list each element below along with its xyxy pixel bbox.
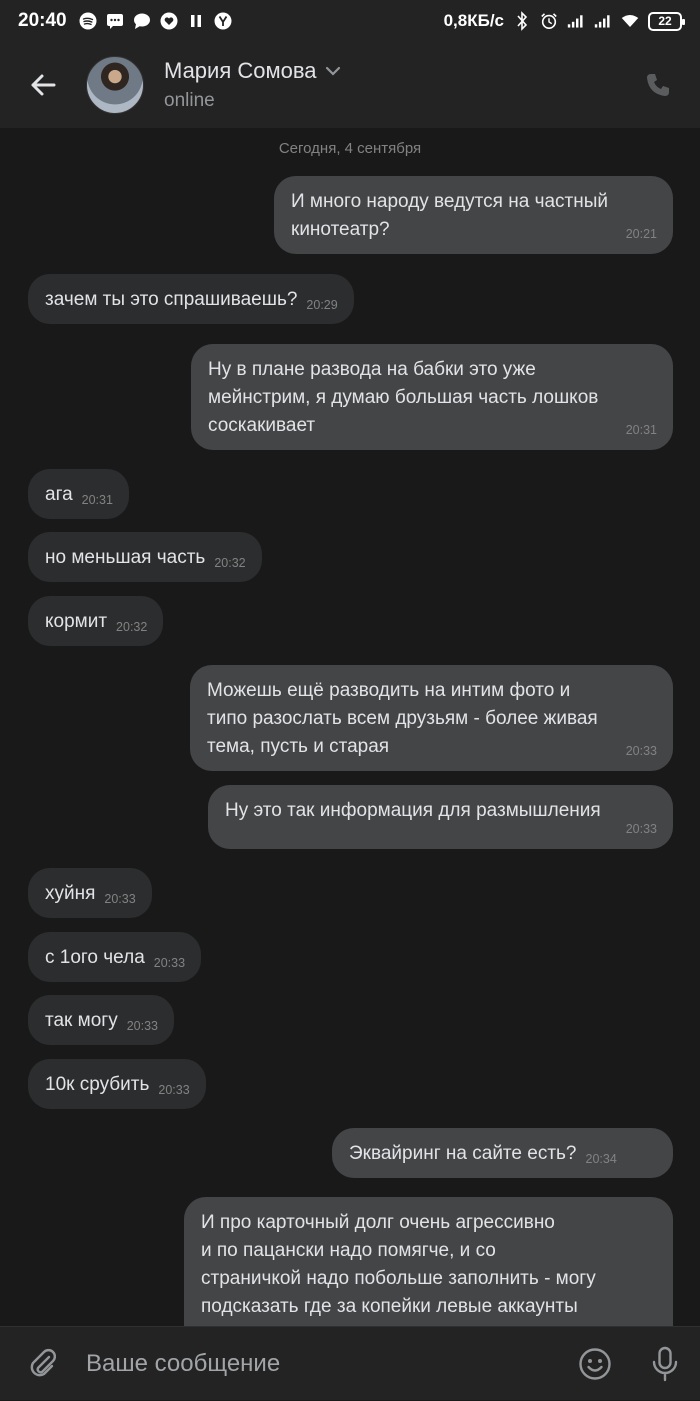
message-text: но меньшая часть: [45, 547, 206, 568]
network-speed: 0,8КБ/с: [443, 11, 504, 30]
message-time: 20:34: [585, 1152, 617, 1166]
contact-info[interactable]: Мария Сомова online: [164, 58, 341, 112]
message-bubble-outgoing[interactable]: Ну это так информация для размышления 20…: [208, 785, 673, 849]
spotify-icon: [79, 12, 97, 30]
message-text: хуйня: [45, 883, 96, 904]
message-time: 20:32: [116, 620, 148, 634]
message-bubble-outgoing[interactable]: И много народу ведутся на частный киноте…: [274, 176, 673, 254]
notification-icons: [79, 12, 232, 30]
message-bubble-incoming[interactable]: с 1ого чела 20:33: [28, 932, 202, 982]
alarm-icon: [540, 12, 558, 30]
status-bar: 20:40 0,8КБ/с 22: [0, 0, 700, 42]
message-text: И много народу ведутся на частный киноте…: [291, 191, 608, 240]
signal-icon: [567, 12, 585, 30]
phone-icon: [647, 74, 669, 96]
signal-icon: [594, 12, 612, 30]
paperclip-icon: [30, 1348, 56, 1376]
message-text: с 1ого чела: [45, 947, 145, 968]
composer: [0, 1326, 700, 1400]
arrow-left-icon: [31, 74, 56, 96]
contact-status: online: [164, 90, 215, 111]
message-input[interactable]: [86, 1349, 560, 1378]
battery-icon: 22: [648, 11, 685, 31]
message-text: Ну это так информация для размышления: [225, 800, 601, 821]
voice-message-button[interactable]: [630, 1327, 700, 1401]
message-time: 20:33: [126, 1019, 158, 1033]
message-text: Ну в плане развода на бабки это уже мейн…: [208, 359, 599, 436]
message-time: 20:21: [625, 227, 657, 241]
back-button[interactable]: [0, 42, 86, 128]
avatar[interactable]: [86, 56, 144, 114]
system-icons: 0,8КБ/с 22: [443, 11, 685, 31]
wifi-icon: [621, 12, 639, 30]
pause-icon: [187, 12, 205, 30]
chevron-down-icon: [325, 66, 340, 76]
contact-name: Мария Сомова: [164, 58, 317, 83]
attach-button[interactable]: [0, 1327, 86, 1401]
call-button[interactable]: [636, 63, 680, 107]
date-separator: Сегодня, 4 сентября: [278, 140, 422, 157]
smile-icon: [579, 1347, 611, 1380]
message-time: 20:31: [81, 493, 113, 507]
message-bubble-incoming[interactable]: так могу 20:33: [28, 995, 174, 1045]
message-text: зачем ты это спрашиваешь?: [45, 289, 298, 310]
message-bubble-outgoing[interactable]: И про карточный долг очень агрессивно и …: [184, 1197, 673, 1326]
message-bubble-incoming[interactable]: ага 20:31: [28, 469, 129, 519]
message-text: Эквайринг на сайте есть?: [349, 1143, 577, 1164]
message-time: 20:33: [625, 822, 657, 836]
message-bubble-outgoing[interactable]: Эквайринг на сайте есть? 20:34: [332, 1128, 673, 1178]
message-list[interactable]: Сегодня, 4 сентября И много народу ведут…: [0, 128, 700, 1326]
message-text: ага: [45, 484, 73, 505]
message-time: 20:29: [306, 298, 338, 312]
message-time: 20:31: [625, 423, 657, 437]
message-time: 20:33: [153, 956, 186, 970]
emoji-button[interactable]: [560, 1327, 630, 1401]
message-time: 20:33: [158, 1083, 190, 1097]
yandex-icon: [214, 12, 232, 30]
message-text: 10к срубить: [45, 1074, 150, 1095]
message-text: кормит: [45, 611, 108, 632]
message-bubble-outgoing[interactable]: Можешь ещё разводить на интим фото и тип…: [190, 665, 673, 771]
microphone-icon: [652, 1346, 678, 1381]
bluetooth-icon: [513, 11, 531, 31]
message-text: И про карточный долг очень агрессивно и …: [201, 1212, 596, 1317]
message-icon: [106, 12, 124, 30]
message-time: 20:33: [104, 892, 136, 906]
message-time: 20:33: [625, 744, 657, 758]
message-bubble-incoming[interactable]: но меньшая часть 20:32: [28, 532, 262, 582]
message-bubble-incoming[interactable]: хуйня 20:33: [28, 868, 152, 918]
heart-icon: [160, 12, 178, 30]
message-bubble-incoming[interactable]: зачем ты это спрашиваешь? 20:29: [28, 274, 354, 324]
message-text: Можешь ещё разводить на интим фото и тип…: [207, 680, 598, 757]
chat-icon: [133, 12, 151, 30]
status-time: 20:40: [18, 10, 67, 31]
message-bubble-incoming[interactable]: 10к срубить 20:33: [28, 1059, 206, 1109]
message-bubble-outgoing[interactable]: Ну в плане развода на бабки это уже мейн…: [191, 344, 673, 450]
chat-header: Мария Сомова online: [0, 42, 700, 128]
message-time: 20:32: [214, 556, 246, 570]
message-text: так могу: [45, 1010, 118, 1031]
message-bubble-incoming[interactable]: кормит 20:32: [28, 596, 164, 646]
